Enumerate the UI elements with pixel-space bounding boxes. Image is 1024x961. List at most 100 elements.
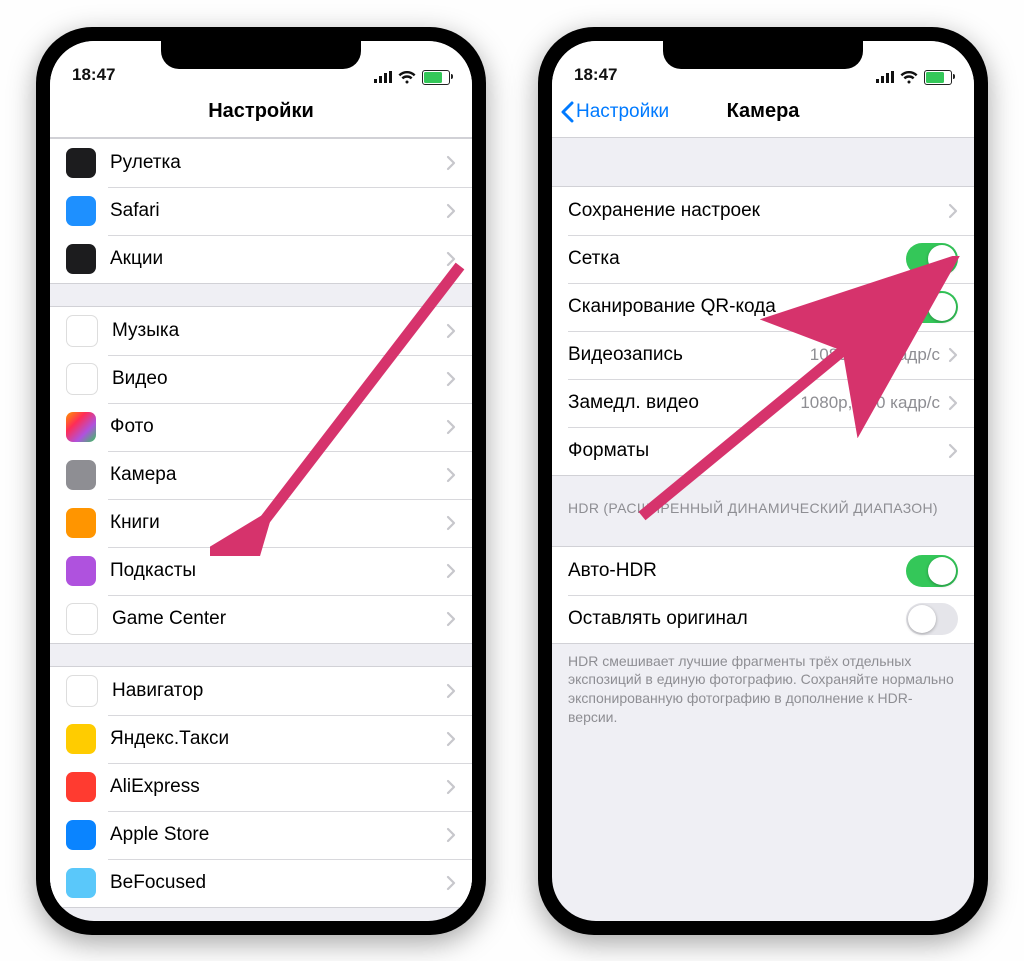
toggle-switch[interactable] [906, 243, 958, 275]
chevron-right-icon [948, 443, 958, 459]
camera-settings-list: Сохранение настроек Сетка Сканирование QR-… [552, 138, 974, 728]
chevron-right-icon [446, 155, 456, 171]
back-label: Настройки [576, 101, 669, 123]
video-icon [66, 363, 98, 395]
row-label: Видео [112, 368, 446, 390]
befocused-icon [66, 868, 96, 898]
row-label: Акции [110, 248, 446, 270]
chevron-right-icon [446, 419, 456, 435]
row-label: Авто-HDR [568, 560, 906, 582]
cellular-signal-icon [876, 71, 894, 83]
row-label: Музыка [112, 320, 446, 342]
section-header-hdr: HDR (РАСШИРЕННЫЙ ДИНАМИЧЕСКИЙ ДИАПАЗОН) [552, 476, 974, 524]
aliexpress-icon [66, 772, 96, 802]
phone-right: 18:47 Настройки Камера [538, 27, 988, 935]
row-label: Видеозапись [568, 344, 810, 366]
chevron-right-icon [446, 779, 456, 795]
settings-row-форматы[interactable]: Форматы [552, 427, 974, 475]
settings-row-safari[interactable]: Safari [50, 187, 472, 235]
row-label: Камера [110, 464, 446, 486]
settings-row-яндекс-такси[interactable]: Яндекс.Такси [50, 715, 472, 763]
row-label: Apple Store [110, 824, 446, 846]
chevron-right-icon [446, 515, 456, 531]
navigator-icon [66, 675, 98, 707]
chevron-right-icon [446, 563, 456, 579]
page-title: Камера [727, 100, 800, 123]
settings-row-game-center[interactable]: Game Center [50, 595, 472, 643]
settings-row-befocused[interactable]: BeFocused [50, 859, 472, 907]
section-footer-hdr: HDR смешивает лучшие фрагменты трёх отде… [552, 644, 974, 728]
row-label: Подкасты [110, 560, 446, 582]
settings-row-видеозапись[interactable]: Видеозапись1080p, 30 кадр/с [552, 331, 974, 379]
settings-row-замедл-видео[interactable]: Замедл. видео1080p, 240 кадр/с [552, 379, 974, 427]
notch [663, 41, 863, 69]
settings-row-рулетка[interactable]: Рулетка [50, 139, 472, 187]
chevron-right-icon [446, 467, 456, 483]
nav-bar: Настройки Камера [552, 87, 974, 138]
row-label: Замедл. видео [568, 392, 800, 414]
chevron-right-icon [948, 203, 958, 219]
settings-list: Рулетка Safari Акции Музыка Видео Фото Камера К… [50, 138, 472, 908]
notch [161, 41, 361, 69]
settings-row-навигатор[interactable]: Навигатор [50, 667, 472, 715]
chevron-right-icon [446, 251, 456, 267]
chevron-right-icon [446, 203, 456, 219]
settings-row-музыка[interactable]: Музыка [50, 307, 472, 355]
row-value: 1080p, 30 кадр/с [810, 345, 940, 365]
back-button[interactable]: Настройки [560, 87, 669, 137]
settings-row-акции[interactable]: Акции [50, 235, 472, 283]
cellular-signal-icon [374, 71, 392, 83]
row-value: 1080p, 240 кадр/с [800, 393, 940, 413]
row-label: Форматы [568, 440, 948, 462]
chevron-right-icon [446, 731, 456, 747]
settings-row-книги[interactable]: Книги [50, 499, 472, 547]
podcasts-icon [66, 556, 96, 586]
row-label: Яндекс.Такси [110, 728, 446, 750]
chevron-right-icon [446, 875, 456, 891]
settings-row-фото[interactable]: Фото [50, 403, 472, 451]
settings-row-камера[interactable]: Камера [50, 451, 472, 499]
phone-left: 18:47 Настройки Рулетка Safari Акции Музыка… [36, 27, 486, 935]
photos-icon [66, 412, 96, 442]
camera-icon [66, 460, 96, 490]
music-icon [66, 315, 98, 347]
toggle-switch[interactable] [906, 291, 958, 323]
battery-icon [422, 70, 450, 85]
settings-row-видео[interactable]: Видео [50, 355, 472, 403]
row-label: Safari [110, 200, 446, 222]
chevron-right-icon [948, 347, 958, 363]
status-time: 18:47 [72, 65, 115, 85]
chevron-right-icon [446, 827, 456, 843]
settings-row-сетка: Сетка [552, 235, 974, 283]
row-label: Game Center [112, 608, 446, 630]
settings-row-aliexpress[interactable]: AliExpress [50, 763, 472, 811]
page-title: Настройки [208, 100, 314, 123]
chevron-right-icon [446, 683, 456, 699]
row-label: AliExpress [110, 776, 446, 798]
settings-row-сохранение-настроек[interactable]: Сохранение настроек [552, 187, 974, 235]
wifi-icon [900, 71, 918, 84]
settings-row-подкасты[interactable]: Подкасты [50, 547, 472, 595]
row-label: Навигатор [112, 680, 446, 702]
row-label: Сохранение настроек [568, 200, 948, 222]
toggle-switch[interactable] [906, 555, 958, 587]
applestore-icon [66, 820, 96, 850]
settings-row-apple-store[interactable]: Apple Store [50, 811, 472, 859]
nav-bar: Настройки [50, 87, 472, 138]
row-label: Книги [110, 512, 446, 534]
status-time: 18:47 [574, 65, 617, 85]
ruler-icon [66, 148, 96, 178]
row-label: Сканирование QR-кода [568, 296, 906, 318]
battery-icon [924, 70, 952, 85]
settings-row-оставлять-оригинал: Оставлять оригинал [552, 595, 974, 643]
settings-row-сканирование-qr-кода: Сканирование QR-кода [552, 283, 974, 331]
row-label: Оставлять оригинал [568, 608, 906, 630]
row-label: Сетка [568, 248, 906, 270]
safari-icon [66, 196, 96, 226]
stocks-icon [66, 244, 96, 274]
chevron-right-icon [446, 323, 456, 339]
settings-row-авто-hdr: Авто-HDR [552, 547, 974, 595]
row-label: Фото [110, 416, 446, 438]
toggle-switch[interactable] [906, 603, 958, 635]
chevron-right-icon [446, 371, 456, 387]
